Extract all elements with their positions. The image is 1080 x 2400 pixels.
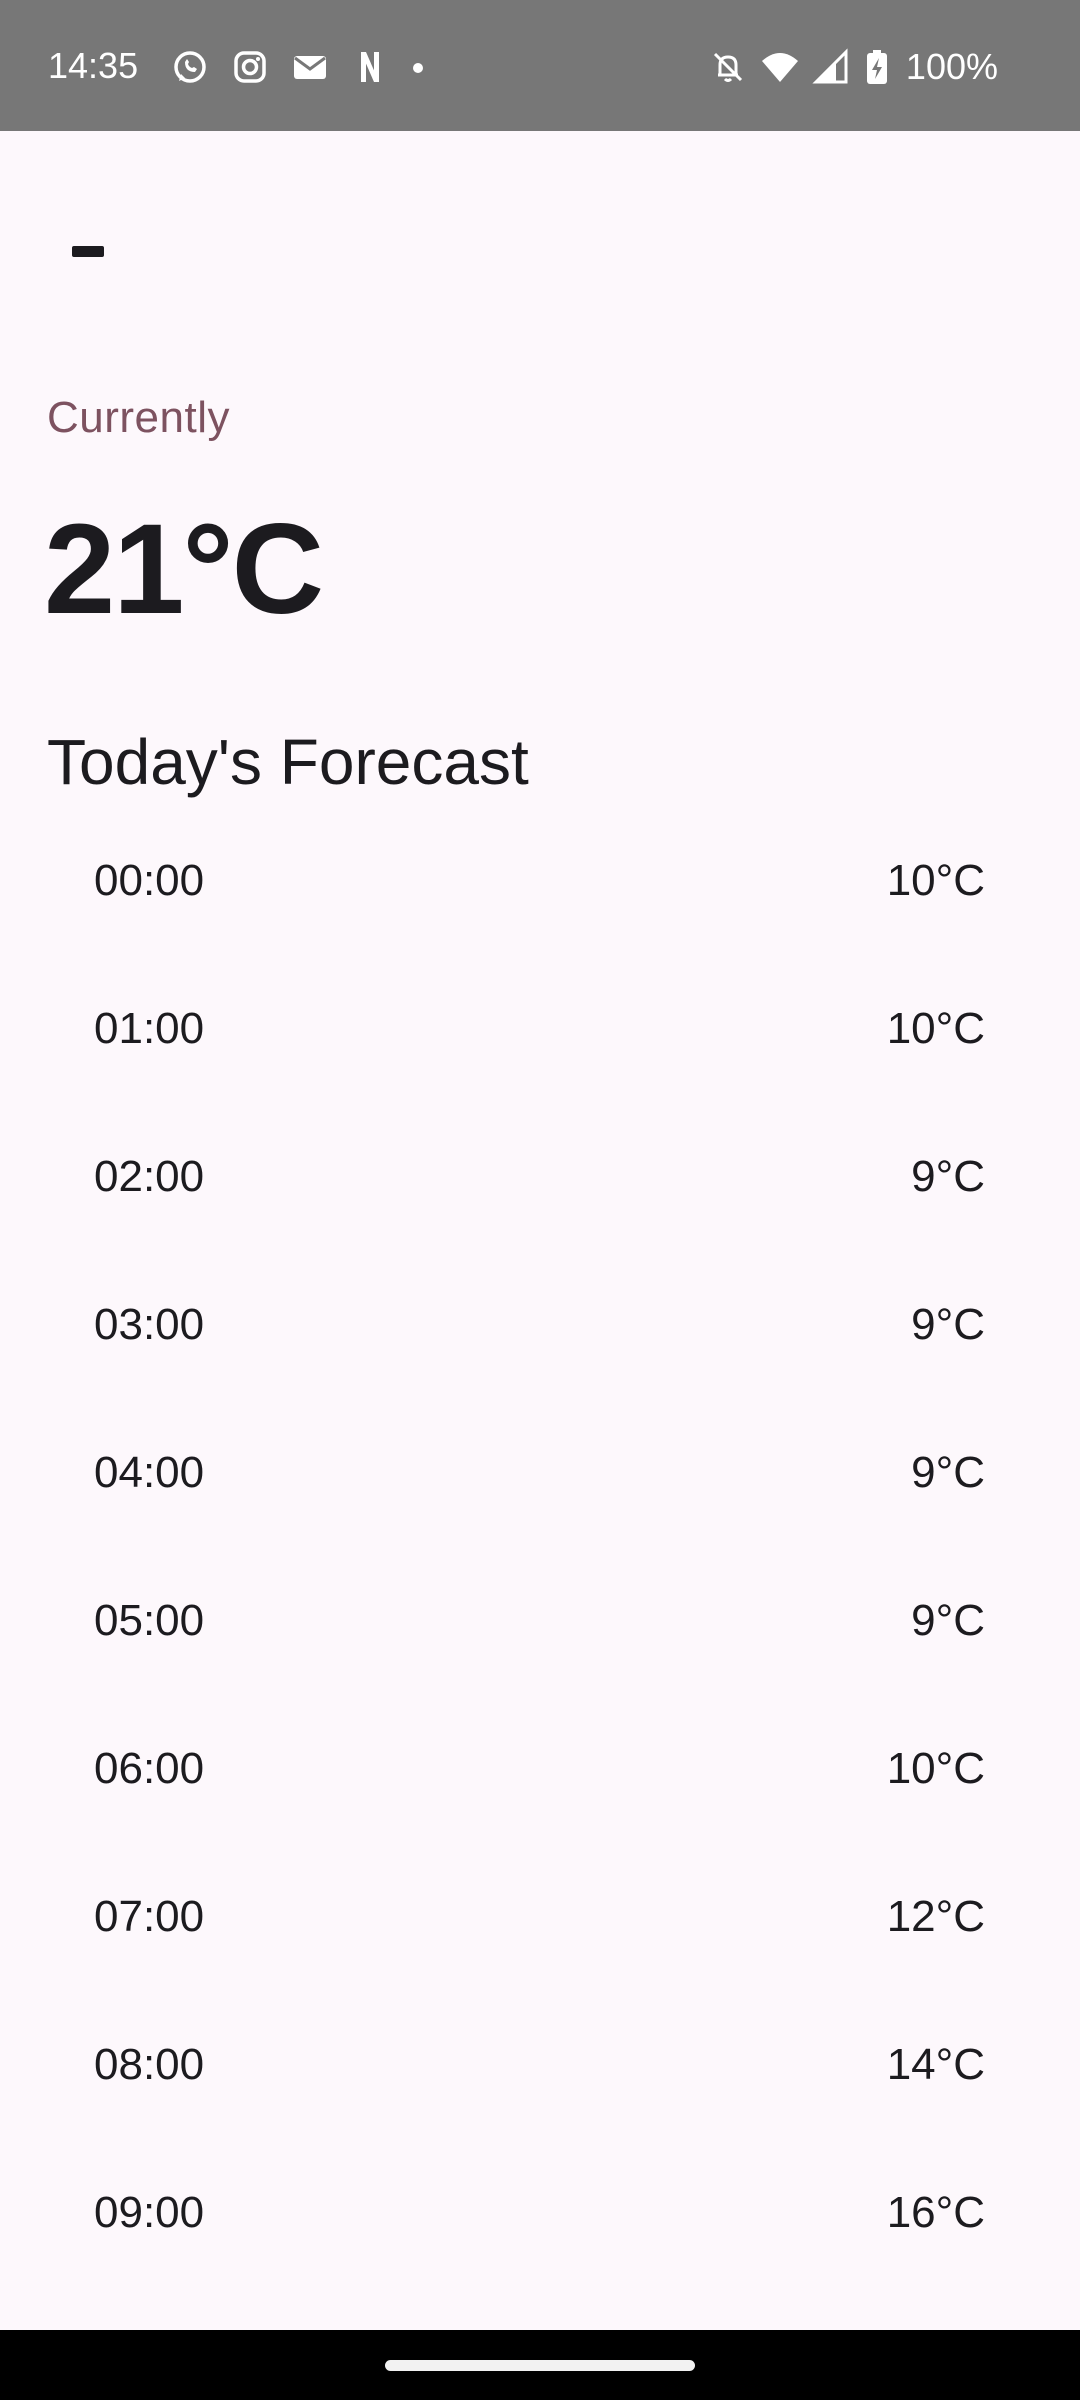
forecast-time: 07:00 (94, 1892, 205, 1941)
forecast-row: 09:00 16°C (0, 2137, 1080, 2285)
status-bar: 14:35 100% (0, 0, 1080, 131)
forecast-time: 02:00 (94, 1152, 205, 1201)
forecast-temperature: 10°C (886, 1744, 985, 1793)
signal-icon (812, 47, 852, 87)
netflix-icon (350, 47, 390, 87)
forecast-temperature: 9°C (911, 1448, 985, 1497)
forecast-time: 03:00 (94, 1300, 205, 1349)
current-temperature: 21°C (44, 498, 324, 641)
mail-icon (290, 47, 330, 87)
instagram-icon (230, 47, 270, 87)
dot-icon (410, 47, 426, 87)
gesture-handle[interactable] (385, 2360, 695, 2371)
forecast-row: 08:00 14°C (0, 1989, 1080, 2137)
forecast-row: 06:00 10°C (0, 1693, 1080, 1841)
forecast-row: 04:00 9°C (0, 1397, 1080, 1545)
battery-charging-icon (864, 47, 890, 87)
navigation-bar (0, 2330, 1080, 2400)
forecast-time: 08:00 (94, 2040, 205, 2089)
forecast-time: 05:00 (94, 1596, 205, 1645)
battery-percentage: 100% (905, 46, 998, 87)
forecast-row: 02:00 9°C (0, 1101, 1080, 1249)
forecast-time: 04:00 (94, 1448, 205, 1497)
whatsapp-icon (170, 47, 210, 87)
bell-off-icon (708, 47, 748, 87)
forecast-time: 09:00 (94, 2188, 205, 2237)
system-icons: 100% (708, 44, 998, 90)
forecast-temperature: 9°C (911, 1596, 985, 1645)
forecast-temperature: 14°C (886, 2040, 985, 2089)
forecast-time: 00:00 (94, 856, 205, 905)
forecast-row: 01:00 10°C (0, 953, 1080, 1101)
status-time: 14:35 (48, 45, 139, 86)
weather-screen: 14:35 100% Currently 21°C Today's Foreca… (0, 0, 1080, 2400)
forecast-list[interactable]: 00:00 10°C 01:00 10°C 02:00 9°C 03:00 9°… (0, 805, 1080, 2285)
forecast-row: 07:00 12°C (0, 1841, 1080, 1989)
forecast-row: 05:00 9°C (0, 1545, 1080, 1693)
wifi-icon (760, 47, 800, 87)
forecast-title: Today's Forecast (47, 726, 529, 798)
forecast-temperature: 10°C (886, 856, 985, 905)
forecast-temperature: 9°C (911, 1300, 985, 1349)
forecast-row: 03:00 9°C (0, 1249, 1080, 1397)
forecast-time: 06:00 (94, 1744, 205, 1793)
forecast-temperature: 12°C (886, 1892, 985, 1941)
forecast-row: 00:00 10°C (0, 805, 1080, 953)
forecast-temperature: 9°C (911, 1152, 985, 1201)
forecast-time: 01:00 (94, 1004, 205, 1053)
forecast-temperature: 10°C (886, 1004, 985, 1053)
app-title-placeholder (72, 246, 104, 257)
notification-icons (170, 44, 426, 90)
forecast-temperature: 16°C (886, 2188, 985, 2237)
currently-label: Currently (47, 393, 230, 442)
